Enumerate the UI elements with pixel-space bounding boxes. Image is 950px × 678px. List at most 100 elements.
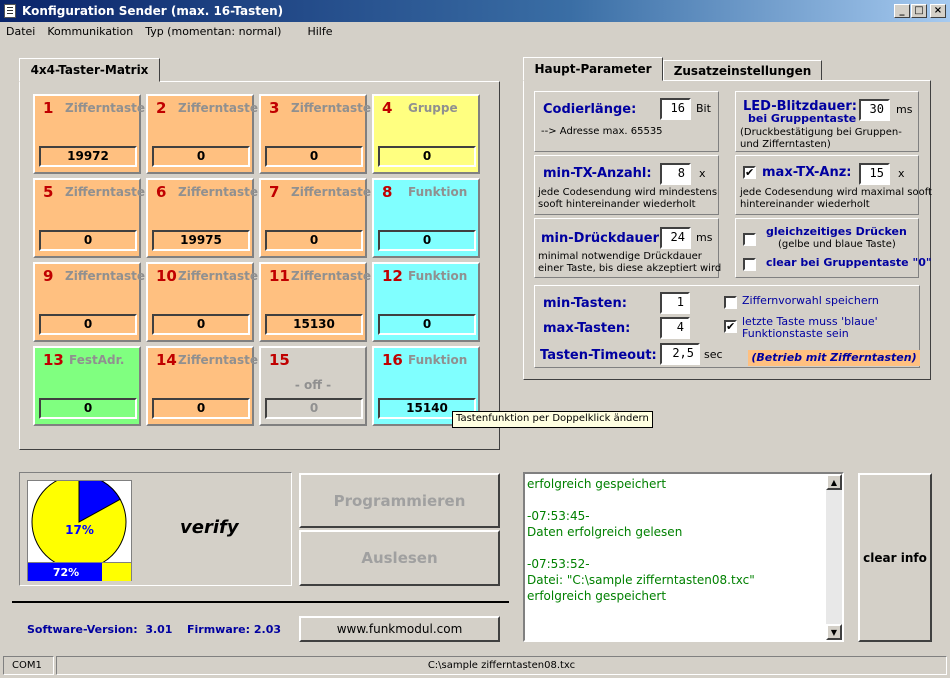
close-button[interactable]: ×	[930, 4, 946, 18]
scroll-up-icon[interactable]: ▲	[826, 474, 842, 490]
ziffernvorwahl-checkbox[interactable]	[724, 296, 737, 309]
clear-info-button[interactable]: clear info	[858, 473, 932, 642]
codierlaenge-field[interactable]: 16	[660, 98, 691, 120]
log-line: erfolgreich gespeichert	[527, 589, 667, 603]
max-tx-field[interactable]: 15	[859, 163, 890, 185]
led-group: LED-Blitzdauer: bei Gruppentaste 30 ms (…	[735, 91, 919, 152]
key-value[interactable]: 0	[39, 230, 137, 251]
key-13[interactable]: 13 FestAdr. 0	[33, 346, 141, 426]
tab-zusatzeinstellungen[interactable]: Zusatzeinstellungen	[663, 60, 822, 81]
key-value[interactable]: 15130	[265, 314, 363, 335]
log-line: erfolgreich gespeichert	[527, 477, 667, 491]
max-tasten-field[interactable]: 4	[660, 317, 690, 339]
key-number: 1	[43, 99, 54, 117]
letzte-taste-checkbox[interactable]: ✔	[724, 320, 737, 333]
log-scrollbar[interactable]: ▲ ▼	[826, 474, 842, 640]
key-value[interactable]: 0	[39, 398, 137, 419]
ziffernvorwahl-label: Ziffernvorwahl speichern	[742, 294, 879, 307]
key-8[interactable]: 8 Funktion 0	[372, 178, 480, 258]
letzte-taste-label2: Funktionstaste sein	[742, 327, 849, 340]
min-tx-field[interactable]: 8	[660, 163, 691, 185]
key-2[interactable]: 2 Zifferntaste 0	[146, 94, 258, 174]
key-label: Gruppe	[408, 101, 458, 115]
key-12[interactable]: 12 Funktion 0	[372, 262, 480, 342]
min-tx-label: min-TX-Anzahl:	[543, 166, 652, 181]
software-version: Software-Version: 3.01	[27, 623, 173, 636]
key-value[interactable]: 0	[265, 146, 363, 167]
key-value[interactable]: 0	[39, 314, 137, 335]
key-value[interactable]: 0	[265, 398, 363, 419]
scroll-down-icon[interactable]: ▼	[826, 624, 842, 640]
key-number: 14	[156, 351, 177, 369]
key-number: 2	[156, 99, 167, 117]
key-value[interactable]: 19975	[152, 230, 250, 251]
log-line: -07:53:52-	[527, 557, 590, 571]
key-value[interactable]: 0	[378, 146, 476, 167]
clear-gruppe-checkbox[interactable]	[743, 258, 756, 271]
tasten-group: min-Tasten: 1 max-Tasten: 4 Tasten-Timeo…	[534, 285, 920, 368]
min-tasten-field[interactable]: 1	[660, 292, 690, 314]
led-unit: ms	[896, 103, 913, 116]
key-11[interactable]: 11 Zifferntaste 15130	[259, 262, 371, 342]
menu-datei[interactable]: Datei	[0, 25, 41, 38]
key-value[interactable]: 0	[152, 146, 250, 167]
max-tx-checkbox[interactable]: ✔	[743, 166, 756, 179]
max-tx-note2: hintereinander wiederholt	[740, 199, 870, 210]
key-label: Zifferntaste	[178, 101, 258, 115]
key-5[interactable]: 5 Zifferntaste 0	[33, 178, 145, 258]
programmieren-button[interactable]: Programmieren	[299, 473, 500, 528]
key-4[interactable]: 4 Gruppe 0	[372, 94, 480, 174]
minimize-button[interactable]: _	[894, 4, 910, 18]
tab-haupt-parameter[interactable]: Haupt-Parameter	[523, 57, 663, 81]
key-number: 7	[269, 183, 280, 201]
led-field[interactable]: 30	[859, 99, 890, 121]
key-9[interactable]: 9 Zifferntaste 0	[33, 262, 145, 342]
pie-percent: 17%	[65, 523, 94, 537]
timeout-field[interactable]: 2,5	[660, 343, 700, 365]
codierlaenge-unit: Bit	[696, 102, 711, 115]
key-number: 11	[269, 267, 290, 285]
tab-matrix[interactable]: 4x4-Taster-Matrix	[19, 58, 160, 82]
key-value[interactable]: 0	[265, 230, 363, 251]
key-6[interactable]: 6 Zifferntaste 19975	[146, 178, 258, 258]
max-tx-group: ✔ max-TX-Anz: 15 x jede Codesendung wird…	[735, 155, 932, 215]
led-note2: und Zifferntasten)	[740, 139, 831, 150]
key-3[interactable]: 3 Zifferntaste 0	[259, 94, 371, 174]
key-number: 3	[269, 99, 280, 117]
min-tx-group: min-TX-Anzahl: 8 x jede Codesendung wird…	[534, 155, 719, 215]
gleichzeitig-checkbox[interactable]	[743, 233, 756, 246]
key-value[interactable]: 0	[152, 398, 250, 419]
key-value[interactable]: 0	[378, 314, 476, 335]
key-label: Funktion	[408, 353, 468, 367]
key-number: 12	[382, 267, 403, 285]
key-label: - off -	[294, 378, 332, 392]
key-value[interactable]: 0	[152, 314, 250, 335]
betrieb-badge: (Betrieb mit Zifferntasten)	[748, 350, 920, 366]
min-druck-field[interactable]: 24	[660, 227, 691, 249]
menu-kommunikation[interactable]: Kommunikation	[41, 25, 139, 38]
key-number: 4	[382, 99, 393, 117]
key-value[interactable]: 19972	[39, 146, 137, 167]
menu-typ[interactable]: Typ (momentan: normal)	[139, 25, 287, 38]
auslesen-button[interactable]: Auslesen	[299, 530, 500, 586]
key-14[interactable]: 14 Zifferntaste 0	[146, 346, 258, 426]
log-line: Datei: "C:\sample zifferntasten08.txc"	[527, 573, 755, 587]
gleichzeitig-label: gleichzeitiges Drücken	[766, 225, 907, 238]
key-1[interactable]: 1 Zifferntaste 19972	[33, 94, 145, 174]
key-value[interactable]: 0	[378, 230, 476, 251]
website-button[interactable]: www.funkmodul.com	[299, 616, 500, 642]
menu-hilfe[interactable]: Hilfe	[301, 25, 338, 38]
key-label: Zifferntaste	[178, 353, 258, 367]
key-number: 16	[382, 351, 403, 369]
tab-zusatz-label: Zusatzeinstellungen	[673, 63, 812, 78]
log-line: Daten erfolgreich gelesen	[527, 525, 683, 539]
maximize-button[interactable]: □	[911, 4, 927, 18]
key-10[interactable]: 10 Zifferntaste 0	[146, 262, 258, 342]
log-box[interactable]: erfolgreich gespeichert -07:53:45- Daten …	[523, 472, 844, 642]
max-tx-unit: x	[898, 167, 905, 180]
app-icon	[4, 4, 16, 18]
key-15[interactable]: 15 - off - 0	[259, 346, 367, 426]
key-7[interactable]: 7 Zifferntaste 0	[259, 178, 371, 258]
